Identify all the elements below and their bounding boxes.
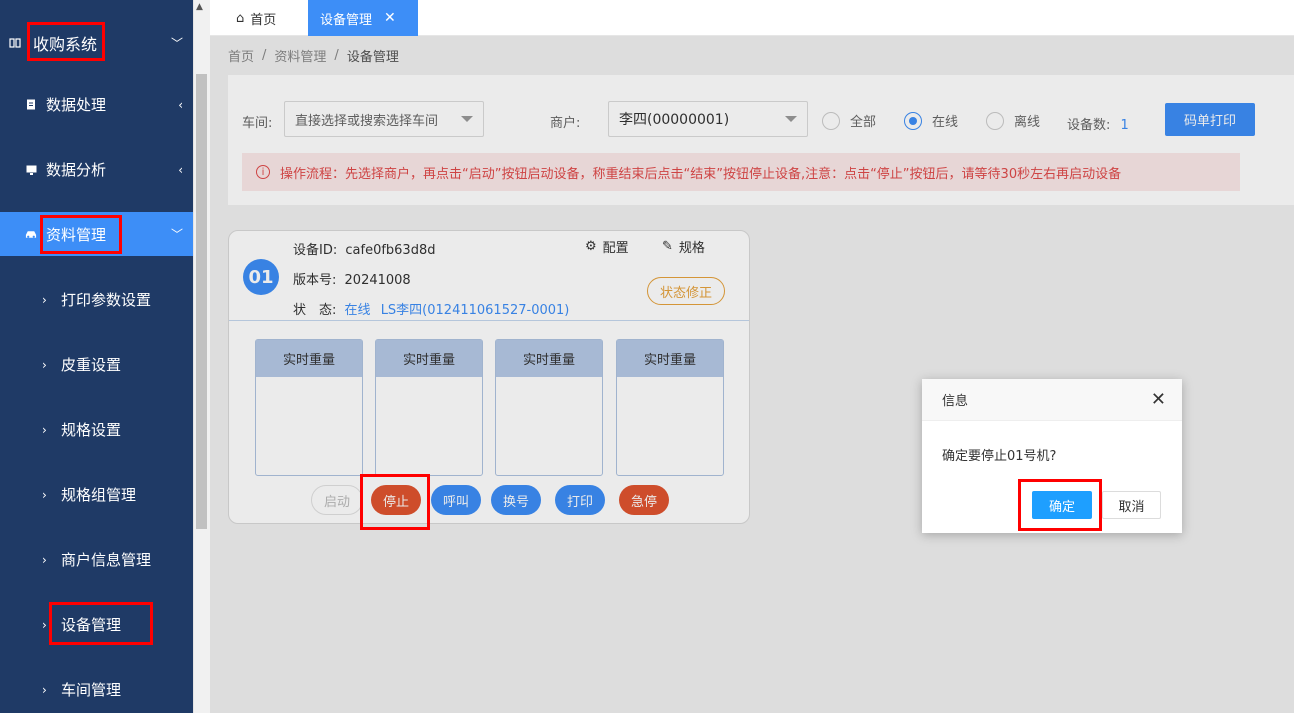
chevron-down-icon: ﹀	[170, 36, 183, 50]
sidebar-item-label: 商户信息管理	[61, 551, 152, 569]
chevron-right-icon: ›	[42, 617, 47, 632]
tab-device-management[interactable]: 设备管理 ✕	[308, 0, 418, 36]
chevron-right-icon: ›	[42, 487, 47, 502]
car-icon	[25, 228, 37, 240]
monitor-icon	[25, 164, 37, 176]
highlight-box	[40, 215, 122, 254]
chevron-left-icon: ‹	[178, 97, 183, 112]
sidebar-sub-spec-group[interactable]: › 规格组管理	[0, 462, 193, 527]
tab-label: 设备管理	[320, 12, 373, 28]
dialog-message: 确定要停止01号机?	[942, 449, 1057, 464]
close-icon[interactable]: ✕	[384, 10, 396, 26]
sidebar-item-data-analysis[interactable]: 数据分析 ‹	[0, 137, 193, 202]
chevron-right-icon: ›	[42, 552, 47, 567]
chevron-right-icon: ›	[42, 357, 47, 372]
book-icon	[9, 37, 21, 49]
sidebar-sub-workshop[interactable]: › 车间管理	[0, 657, 193, 722]
sidebar-sub-spec[interactable]: › 规格设置	[0, 397, 193, 462]
chevron-left-icon: ‹	[178, 162, 183, 177]
highlight-box	[360, 474, 430, 530]
scroll-up-icon[interactable]: ▲	[196, 2, 203, 12]
sidebar-item-label: 数据分析	[46, 161, 107, 179]
chevron-right-icon: ›	[42, 422, 47, 437]
modal-overlay	[210, 36, 1294, 713]
tab-label: 首页	[250, 12, 277, 28]
sidebar-sub-print-params[interactable]: › 打印参数设置	[0, 267, 193, 332]
chevron-right-icon: ›	[42, 292, 47, 307]
close-icon[interactable]: ✕	[1151, 389, 1166, 410]
chevron-right-icon: ›	[42, 682, 47, 697]
cancel-button[interactable]: 取消	[1102, 491, 1161, 519]
tab-home[interactable]: ⌂ 首页	[224, 0, 304, 36]
sidebar-sub-merchant[interactable]: › 商户信息管理	[0, 527, 193, 592]
dialog-title: 信息	[922, 379, 1182, 421]
sidebar-item-label: 规格设置	[61, 421, 122, 439]
sidebar-item-label: 打印参数设置	[61, 291, 152, 309]
sidebar-item-label: 规格组管理	[61, 486, 137, 504]
sidebar-item-label: 数据处理	[46, 96, 107, 114]
chevron-down-icon: ﹀	[170, 227, 183, 242]
home-icon: ⌂	[236, 10, 245, 26]
highlight-box	[27, 22, 105, 61]
sidebar-item-label: 皮重设置	[61, 356, 122, 374]
sidebar-item-label: 车间管理	[61, 681, 122, 699]
document-icon	[25, 99, 37, 111]
scrollbar-thumb[interactable]	[196, 74, 207, 529]
highlight-box	[1018, 479, 1102, 531]
tab-bar: ⌂ 首页 设备管理 ✕	[210, 0, 1294, 36]
sidebar-sub-tare[interactable]: › 皮重设置	[0, 332, 193, 397]
sidebar-item-data-processing[interactable]: 数据处理 ‹	[0, 72, 193, 137]
highlight-box	[49, 602, 153, 645]
